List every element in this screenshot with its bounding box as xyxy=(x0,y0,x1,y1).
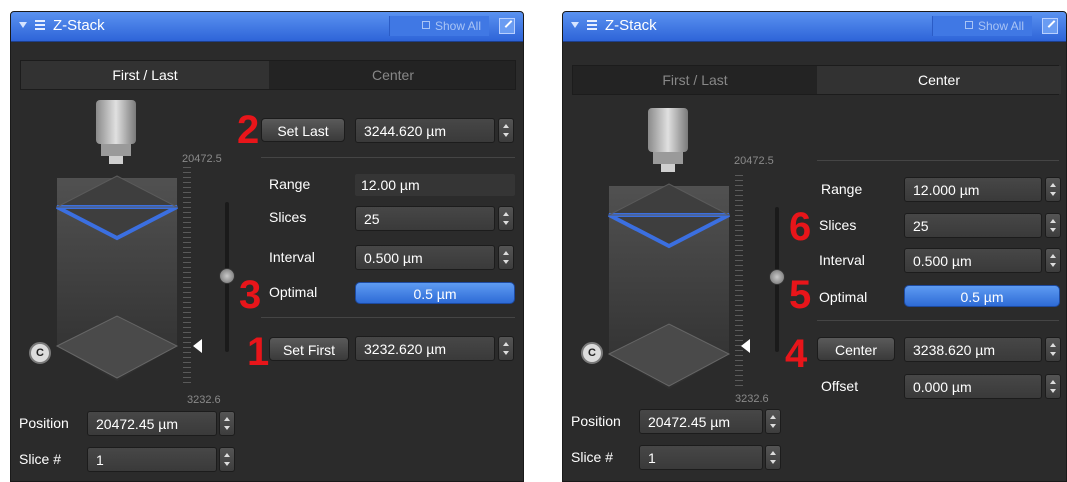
show-all-icon xyxy=(421,21,430,29)
zstack-visualization xyxy=(607,108,731,389)
scale-bottom-label: 3232.6 xyxy=(735,393,769,405)
slice-number-label: Slice # xyxy=(571,449,614,465)
slice-number-stepper[interactable] xyxy=(219,447,235,472)
scale-top-label: 20472.5 xyxy=(182,153,222,165)
menu-icon[interactable] xyxy=(35,20,45,32)
range-label: Range xyxy=(821,181,863,197)
position-stepper[interactable] xyxy=(765,409,781,434)
slice-number-label: Slice # xyxy=(19,451,62,467)
popout-icon[interactable] xyxy=(499,18,515,34)
tab-center[interactable]: Center xyxy=(269,61,517,89)
slice-number-stepper[interactable] xyxy=(765,445,781,470)
tab-first-last[interactable]: First / Last xyxy=(21,61,269,89)
position-marker-icon xyxy=(193,339,202,353)
set-first-field[interactable]: 3232.620 µm xyxy=(355,336,495,361)
annotation-6: 6 xyxy=(789,205,812,249)
position-label: Position xyxy=(571,413,621,429)
position-field[interactable]: 20472.45 µm xyxy=(87,411,217,436)
show-all-label: Show All xyxy=(434,19,481,33)
position-field[interactable]: 20472.45 µm xyxy=(639,409,763,434)
annotation-4: 4 xyxy=(785,332,808,376)
optimal-button[interactable]: 0.5 µm xyxy=(355,282,515,304)
interval-stepper[interactable] xyxy=(1045,248,1061,273)
z-scale-ruler xyxy=(735,175,743,387)
set-first-stepper[interactable] xyxy=(498,336,514,361)
range-stepper[interactable] xyxy=(1045,177,1061,202)
collapse-triangle-icon[interactable] xyxy=(571,22,579,28)
panel-title-bar: Z-Stack Show All xyxy=(11,12,523,42)
show-all-toggle[interactable]: Show All xyxy=(932,16,1032,36)
slices-stepper[interactable] xyxy=(1045,213,1061,238)
separator xyxy=(261,317,515,318)
interval-field[interactable]: 0.500 µm xyxy=(904,248,1042,273)
interval-field[interactable]: 0.500 µm xyxy=(355,245,495,270)
slices-label: Slices xyxy=(819,217,857,233)
offset-field[interactable]: 0.000 µm xyxy=(904,374,1042,399)
center-stepper[interactable] xyxy=(1045,337,1061,362)
slices-stepper[interactable] xyxy=(498,206,514,231)
zstack-panel-first-last: Z-Stack Show All First / Last Center C 2… xyxy=(10,11,524,482)
collapse-triangle-icon[interactable] xyxy=(19,22,27,28)
z-slider-knob[interactable] xyxy=(219,268,235,284)
show-all-label: Show All xyxy=(977,19,1024,33)
tab-first-last[interactable]: First / Last xyxy=(573,66,817,94)
interval-stepper[interactable] xyxy=(498,245,514,270)
scale-top-label: 20472.5 xyxy=(734,155,774,167)
zstack-panel-center: Z-Stack Show All First / Last Center C 2… xyxy=(562,11,1067,482)
annotation-3: 3 xyxy=(239,273,262,317)
set-last-stepper[interactable] xyxy=(498,118,514,143)
mode-tabs: First / Last Center xyxy=(20,60,516,90)
menu-icon[interactable] xyxy=(587,20,597,32)
microscope-objective-icon xyxy=(96,100,136,164)
show-all-icon xyxy=(964,21,973,29)
optimal-label: Optimal xyxy=(269,284,318,300)
center-field[interactable]: 3238.620 µm xyxy=(904,337,1042,362)
separator xyxy=(817,160,1059,161)
position-label: Position xyxy=(19,415,69,431)
interval-label: Interval xyxy=(819,252,865,268)
popout-icon[interactable] xyxy=(1042,18,1058,34)
scale-bottom-label: 3232.6 xyxy=(187,394,221,406)
slice-number-field[interactable]: 1 xyxy=(639,445,763,470)
show-all-toggle[interactable]: Show All xyxy=(389,16,489,36)
range-value: 12.00 µm xyxy=(355,174,515,196)
microscope-objective-icon xyxy=(648,108,688,172)
slice-number-field[interactable]: 1 xyxy=(87,447,217,472)
separator xyxy=(817,320,1059,321)
zstack-visualization xyxy=(55,100,179,381)
range-label: Range xyxy=(269,176,311,192)
tab-center[interactable]: Center xyxy=(817,66,1061,94)
range-field[interactable]: 12.000 µm xyxy=(904,177,1042,202)
position-marker-icon xyxy=(741,339,750,353)
z-slider-knob[interactable] xyxy=(769,269,785,285)
z-scale-ruler xyxy=(183,167,191,387)
set-last-field[interactable]: 3244.620 µm xyxy=(355,118,495,143)
optimal-label: Optimal xyxy=(819,289,868,305)
set-last-button[interactable]: Set Last xyxy=(261,118,345,142)
interval-label: Interval xyxy=(269,249,315,265)
slices-field[interactable]: 25 xyxy=(355,206,495,231)
offset-label: Offset xyxy=(821,378,859,394)
mode-tabs: First / Last Center xyxy=(572,65,1061,95)
slices-label: Slices xyxy=(269,209,307,225)
panel-title: Z-Stack xyxy=(53,17,105,34)
set-first-button[interactable]: Set First xyxy=(269,337,349,361)
panel-title: Z-Stack xyxy=(605,17,657,34)
center-c-icon[interactable]: C xyxy=(29,342,51,364)
optimal-button[interactable]: 0.5 µm xyxy=(904,285,1060,307)
center-c-icon[interactable]: C xyxy=(581,342,603,364)
slices-field[interactable]: 25 xyxy=(904,213,1042,238)
annotation-2: 2 xyxy=(237,108,260,152)
separator xyxy=(261,157,515,158)
position-stepper[interactable] xyxy=(219,411,235,436)
panel-title-bar: Z-Stack Show All xyxy=(563,12,1066,42)
annotation-5: 5 xyxy=(789,273,812,317)
center-button[interactable]: Center xyxy=(817,337,895,361)
annotation-1: 1 xyxy=(247,330,270,374)
offset-stepper[interactable] xyxy=(1045,374,1061,399)
